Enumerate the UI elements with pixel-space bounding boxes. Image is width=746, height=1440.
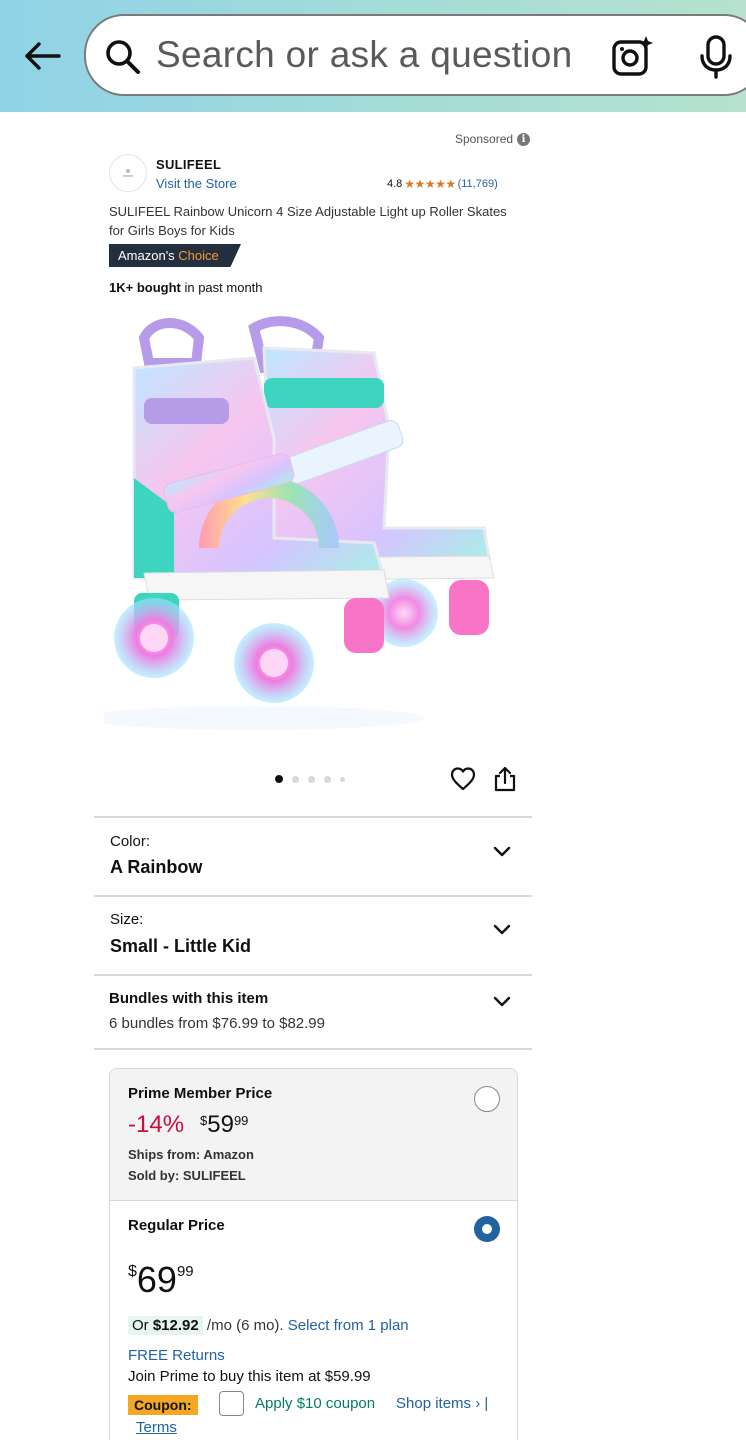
share-icon[interactable] <box>493 766 517 792</box>
product-image[interactable] <box>104 308 524 738</box>
installment-prefix: Or <box>132 1317 153 1334</box>
prime-ships-from: Ships from: Amazon <box>128 1147 254 1162</box>
star-rating-icon: ★★★★★ <box>404 177 456 191</box>
prime-sold-by: Sold by: SULIFEEL <box>128 1168 246 1183</box>
installment-offer: Or $12.92 /mo (6 mo). Select from 1 plan <box>128 1316 409 1335</box>
rating-summary[interactable]: 4.8 ★★★★★ (11,769) <box>387 177 498 191</box>
prime-price-whole: 59 <box>207 1111 234 1138</box>
carousel-dot[interactable] <box>275 775 283 783</box>
prime-price-cents: 99 <box>233 1113 249 1128</box>
bought-count-bold: 1K+ bought <box>109 280 181 295</box>
terms-link[interactable]: Terms <box>136 1419 177 1436</box>
regular-price-whole: 69 <box>136 1259 177 1300</box>
divider <box>94 1048 532 1050</box>
back-arrow-icon <box>25 42 61 70</box>
visit-store-link[interactable]: Visit the Store <box>156 176 237 191</box>
badge-prefix: Amazon's <box>118 248 179 263</box>
color-label: Color: <box>110 833 151 850</box>
color-value: A Rainbow <box>110 857 203 877</box>
rating-value: 4.8 <box>387 178 403 190</box>
divider <box>94 895 532 897</box>
size-value: Small - Little Kid <box>110 936 252 956</box>
search-bar[interactable]: Search or ask a question <box>84 14 746 96</box>
chevron-down-icon[interactable] <box>492 845 512 859</box>
brand-name: SULIFEEL <box>156 157 222 172</box>
coupon-checkbox[interactable] <box>219 1391 244 1416</box>
divider <box>94 816 532 818</box>
prime-price-currency: $ <box>200 1113 208 1128</box>
sponsored-text: Sponsored <box>455 132 514 146</box>
price-options-box: Prime Member Price -14% $5999 Ships from… <box>109 1068 518 1440</box>
apply-coupon-label[interactable]: Apply $10 coupon <box>255 1395 375 1412</box>
free-returns-link[interactable]: FREE Returns <box>128 1347 225 1364</box>
regular-price-currency: $ <box>128 1263 137 1280</box>
bought-count-rest: in past month <box>180 280 263 295</box>
regular-price-cents: 99 <box>176 1263 194 1280</box>
size-label: Size: <box>110 911 144 928</box>
bundles-subtitle: 6 bundles from $76.99 to $82.99 <box>109 1015 325 1032</box>
prime-price-option[interactable]: Prime Member Price -14% $5999 Ships from… <box>110 1069 517 1201</box>
carousel-dot[interactable] <box>340 776 345 782</box>
regular-price-title: Regular Price <box>128 1217 225 1234</box>
back-button[interactable] <box>20 34 64 78</box>
carousel-dot[interactable] <box>308 775 315 783</box>
divider <box>94 974 532 976</box>
bought-count: 1K+ bought in past month <box>109 280 263 295</box>
regular-price: $6999 <box>128 1259 194 1301</box>
search-input[interactable]: Search or ask a question <box>156 34 573 76</box>
select-plan-link[interactable]: Select from 1 plan <box>288 1317 409 1334</box>
chevron-down-icon[interactable] <box>492 995 512 1009</box>
search-header: Search or ask a question <box>0 0 746 112</box>
brand-logo-icon <box>123 169 133 177</box>
sponsored-label[interactable]: Sponsored i <box>455 132 531 146</box>
prime-price-title: Prime Member Price <box>128 1085 273 1102</box>
camera-lens-icon[interactable] <box>610 34 656 80</box>
prime-discount: -14% <box>128 1111 185 1138</box>
coupon-badge: Coupon: <box>128 1395 198 1415</box>
coupon-row: Coupon: Apply $10 coupon Shop items › | <box>128 1391 508 1417</box>
prime-price-radio[interactable] <box>474 1086 500 1112</box>
prime-price: $5999 <box>200 1111 248 1139</box>
installment-rest: /mo (6 mo). <box>202 1317 288 1334</box>
regular-price-radio[interactable] <box>474 1216 500 1242</box>
carousel-dot[interactable] <box>292 775 299 783</box>
heart-icon[interactable] <box>450 766 476 792</box>
search-icon <box>106 40 140 74</box>
join-prime-text: Join Prime to buy this item at $59.99 <box>128 1368 371 1385</box>
installment-chip: Or $12.92 <box>128 1316 203 1335</box>
badge-highlight: Choice <box>178 248 219 263</box>
bundles-title: Bundles with this item <box>109 990 269 1007</box>
rating-count[interactable]: (11,769) <box>458 178 498 190</box>
carousel-dot[interactable] <box>324 775 331 783</box>
image-carousel-dots[interactable] <box>275 775 345 783</box>
amazons-choice-badge: Amazon's Choice <box>109 244 241 267</box>
chevron-down-icon[interactable] <box>492 923 512 937</box>
product-title[interactable]: SULIFEEL Rainbow Unicorn 4 Size Adjustab… <box>109 202 509 240</box>
shop-items-link[interactable]: Shop items › | <box>396 1395 488 1412</box>
store-logo[interactable] <box>109 154 147 192</box>
info-icon[interactable]: i <box>517 132 531 146</box>
installment-amount: $12.92 <box>152 1317 199 1334</box>
microphone-icon[interactable] <box>694 34 738 80</box>
